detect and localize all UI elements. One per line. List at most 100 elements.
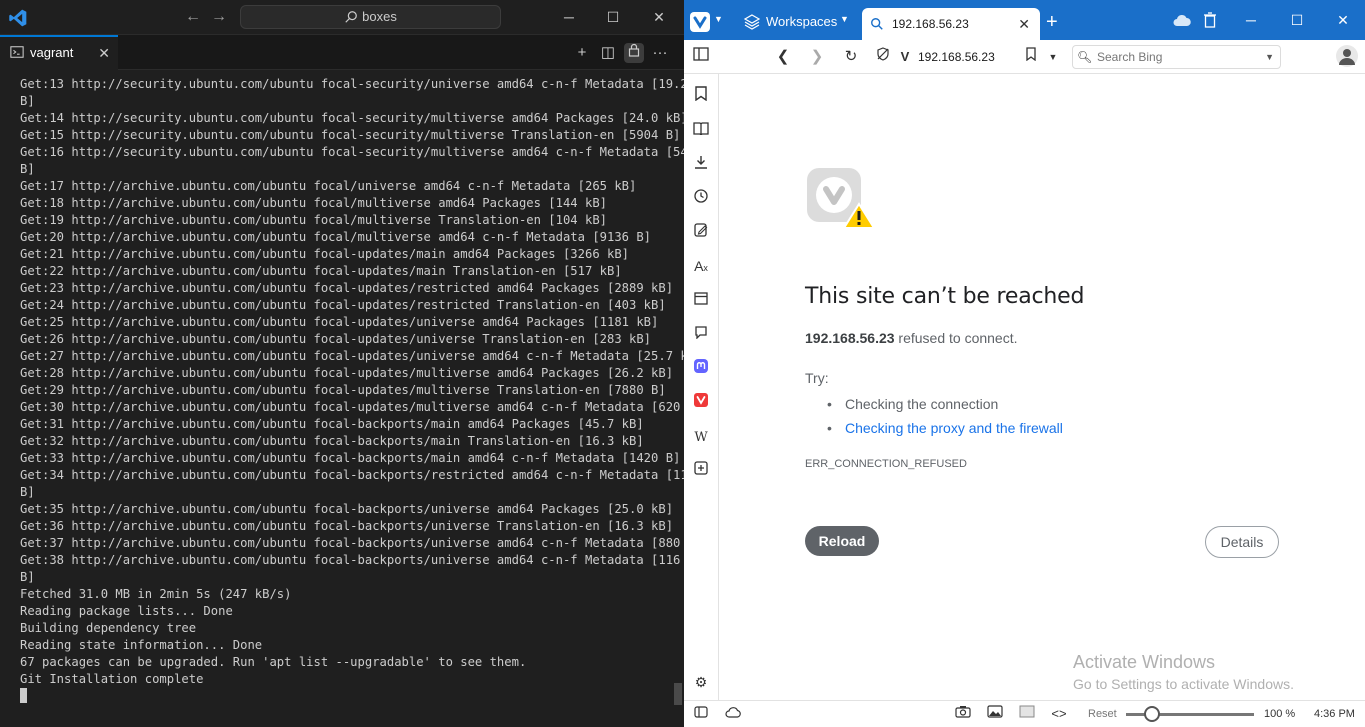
zoom-slider-handle[interactable] [1143,706,1160,722]
vscode-logo-icon[interactable] [8,8,28,28]
panel-toggle-status-icon[interactable] [692,705,710,723]
tab-close-icon[interactable]: ✕ [1018,8,1030,40]
try-label: Try: [805,370,829,386]
search-chevron-icon[interactable]: ▼ [1265,46,1274,68]
terminal-line: Get:24 http://archive.ubuntu.com/ubuntu … [20,298,666,312]
error-desc-text: refused to connect. [894,330,1018,346]
add-panel-icon[interactable] [691,460,711,480]
vscode-titlebar: ← → boxes ─ ☐ ✕ [0,0,684,35]
forward-button-icon[interactable]: ❯ [806,46,828,68]
cloud-sync-icon[interactable] [1172,12,1192,32]
translate-icon[interactable]: Ax [691,256,711,276]
command-center-search[interactable]: boxes [240,5,501,29]
terminal-line: Get:17 http://archive.ubuntu.com/ubuntu … [20,179,637,193]
page-actions-icon[interactable] [1018,705,1036,723]
terminal-line: Building dependency tree [20,621,197,635]
forward-arrow-icon[interactable]: → [210,8,228,26]
terminal-line: B] [20,94,35,108]
close-button[interactable]: ✕ [636,0,682,35]
developer-tools-icon[interactable]: <> [1050,705,1068,723]
more-actions-icon[interactable]: ··· [650,43,670,63]
terminal-icon [10,46,24,58]
error-page: This site can’t be reached 192.168.56.23… [719,74,1365,700]
terminal-line: Get:14 http://security.ubuntu.com/ubuntu… [20,111,684,125]
maximize-button[interactable]: ☐ [1274,0,1320,40]
capture-camera-icon[interactable] [954,705,972,723]
terminal-prompt-line[interactable] [20,688,684,705]
vivaldi-panel-icon[interactable] [691,392,711,412]
terminal-line: Fetched 31.0 MB in 2min 5s (247 kB/s) [20,587,292,601]
bookmark-icon[interactable] [1020,46,1042,68]
workspaces-button[interactable]: Workspaces [743,12,837,32]
new-tab-plus-icon[interactable]: + [1046,12,1058,32]
search-engine-icon: 🔍︎ [1077,50,1093,64]
feed-chat-icon[interactable] [691,324,711,344]
settings-gear-icon[interactable]: ⚙ [691,672,711,692]
reload-icon[interactable]: ↻ [840,46,862,68]
terminal-line: 67 packages can be upgraded. Run 'apt li… [20,655,527,669]
tab-vagrant[interactable]: vagrant ✕ [0,35,118,70]
terminal-line: Get:33 http://archive.ubuntu.com/ubuntu … [20,451,681,465]
calendar-icon[interactable] [691,290,711,310]
terminal-line: Get:30 http://archive.ubuntu.com/ubuntu … [20,400,684,414]
lock-icon[interactable] [624,43,644,63]
suggestion-proxy-firewall-link[interactable]: Checking the proxy and the firewall [827,416,1063,440]
terminal-line: Get:22 http://archive.ubuntu.com/ubuntu … [20,264,622,278]
terminal-line: Get:31 http://archive.ubuntu.com/ubuntu … [20,417,644,431]
mastodon-icon[interactable] [691,358,711,378]
vivaldi-menu-icon[interactable] [690,12,710,32]
vivaldi-v-icon: V [900,49,910,64]
address-bar: ❮ ❯ ↻ V 192.168.56.23 ▼ 🔍︎ Search Bing ▼ [684,40,1365,74]
maximize-button[interactable]: ☐ [590,0,636,35]
terminal-line: Get:27 http://archive.ubuntu.com/ubuntu … [20,349,684,363]
wikipedia-icon[interactable]: W [691,428,711,448]
avatar[interactable] [1336,45,1358,67]
sync-cloud-icon[interactable] [724,705,742,723]
trash-icon[interactable] [1200,12,1220,33]
site-info-shield-icon[interactable] [872,46,894,68]
terminal-line: Get:13 http://security.ubuntu.com/ubuntu… [20,77,684,91]
chevron-down-icon[interactable]: ▼ [714,14,723,24]
tab-label: vagrant [30,45,74,60]
vscode-window: ← → boxes ─ ☐ ✕ vagrant ✕ + ◫ ··· Get:13… [0,0,684,727]
clock-time: 4:36 PM [1314,708,1355,720]
zoom-reset-button[interactable]: Reset [1088,706,1117,722]
minimize-button[interactable]: ─ [1228,0,1274,40]
terminal-line: Get:29 http://archive.ubuntu.com/ubuntu … [20,383,666,397]
reading-list-icon[interactable] [691,120,711,140]
notes-icon[interactable] [691,222,711,242]
terminal-line: Get:20 http://archive.ubuntu.com/ubuntu … [20,230,652,244]
search-input[interactable]: 🔍︎ Search Bing ▼ [1072,45,1281,69]
suggestions-list: Checking the connection Checking the pro… [827,392,1063,440]
terminal-output[interactable]: Get:13 http://security.ubuntu.com/ubuntu… [0,70,684,727]
search-text: boxes [362,9,397,24]
bookmarks-panel-icon[interactable] [691,86,711,106]
back-arrow-icon[interactable]: ← [184,8,202,26]
bookmark-chevron-icon[interactable]: ▼ [1042,46,1064,68]
details-button[interactable]: Details [1205,526,1279,558]
close-button[interactable]: ✕ [1320,0,1365,40]
tab-active[interactable]: 192.168.56.23 ✕ [862,8,1040,40]
terminal-line: Reading package lists... Done [20,604,233,618]
tab-close-icon[interactable]: ✕ [98,37,110,69]
search-placeholder: Search Bing [1097,50,1163,64]
browser-tabbar: ▼ Workspaces ▼ 192.168.56.23 ✕ + ─ ☐ ✕ [684,0,1365,40]
split-editor-icon[interactable]: ◫ [598,43,618,63]
terminal-line: Get:15 http://security.ubuntu.com/ubuntu… [20,128,681,142]
terminal-line: Git Installation complete [20,672,204,686]
back-button-icon[interactable]: ❮ [772,46,794,68]
workspaces-chevron-icon[interactable]: ▼ [840,14,849,24]
terminal-line: Get:26 http://archive.ubuntu.com/ubuntu … [20,332,652,346]
minimize-button[interactable]: ─ [546,0,592,35]
terminal-line: Get:35 http://archive.ubuntu.com/ubuntu … [20,502,674,516]
downloads-icon[interactable] [691,154,711,174]
terminal-line: Get:32 http://archive.ubuntu.com/ubuntu … [20,434,644,448]
image-toggle-icon[interactable] [986,705,1004,723]
terminal-line: Get:25 http://archive.ubuntu.com/ubuntu … [20,315,659,329]
panel-toggle-icon[interactable] [690,46,712,68]
new-terminal-plus-icon[interactable]: + [572,43,592,63]
reload-button[interactable]: Reload [805,526,879,556]
suggestion-connection: Checking the connection [827,392,1063,416]
terminal-scrollbar[interactable] [674,683,682,705]
history-icon[interactable] [691,188,711,208]
